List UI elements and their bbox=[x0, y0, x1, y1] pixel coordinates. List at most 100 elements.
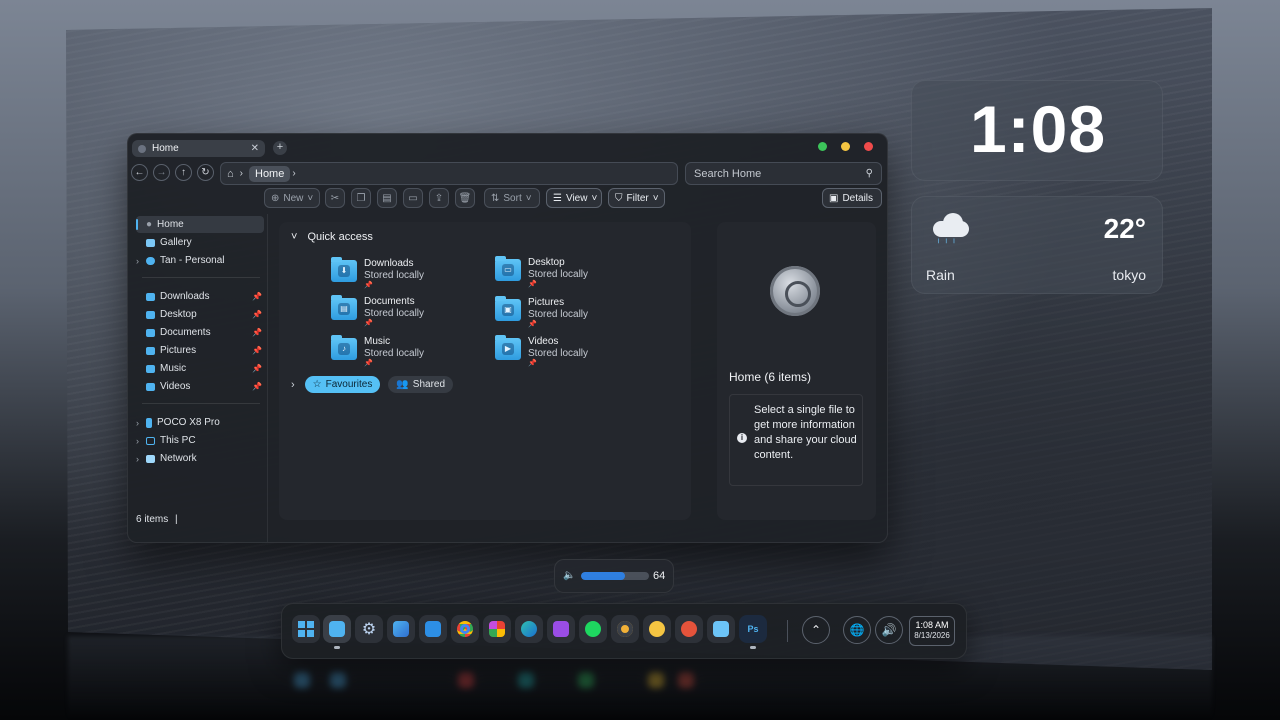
shared-pill[interactable]: 👥 Shared bbox=[388, 376, 454, 393]
chevron-down-icon: ˅ bbox=[525, 192, 532, 204]
sidebar-item-desktop[interactable]: Desktop 📌 bbox=[136, 306, 264, 323]
pin-icon: 📌 bbox=[364, 360, 373, 367]
view-icon: ☰ bbox=[553, 192, 562, 204]
sort-icon: ⇅ bbox=[491, 192, 500, 204]
sidebar-item-this-pc[interactable]: › This PC bbox=[136, 432, 264, 449]
volume-button[interactable]: 🔊 bbox=[875, 616, 903, 644]
map-pin-icon bbox=[681, 621, 697, 637]
taskbar-store[interactable] bbox=[419, 615, 447, 643]
close-tab-icon[interactable]: ✕ bbox=[251, 143, 259, 154]
chevron-right-icon[interactable]: › bbox=[136, 436, 139, 446]
sidebar-item-onedrive[interactable]: › Tan - Personal bbox=[136, 252, 264, 269]
taskbar-photos[interactable] bbox=[387, 615, 415, 643]
tab-home[interactable]: Home ✕ bbox=[132, 140, 265, 157]
taskbar-notepad[interactable] bbox=[707, 615, 735, 643]
item-name: Desktop bbox=[528, 257, 565, 268]
back-button[interactable]: ← bbox=[131, 164, 148, 181]
rename-button[interactable]: ▭ bbox=[403, 188, 423, 208]
taskbar-video-player[interactable] bbox=[611, 615, 639, 643]
quick-access-item-videos[interactable]: ▶ Videos Stored locally 📌 bbox=[495, 335, 645, 370]
quick-access-item-documents[interactable]: ▤ Documents Stored locally 📌 bbox=[331, 295, 481, 330]
chevron-right-icon[interactable]: › bbox=[291, 379, 295, 391]
start-button[interactable] bbox=[292, 615, 320, 643]
gear-icon: ⚙ bbox=[361, 621, 377, 638]
folder-icon bbox=[329, 621, 345, 637]
refresh-button[interactable]: ↻ bbox=[197, 164, 214, 181]
sidebar-item-label: Pictures bbox=[160, 345, 197, 356]
item-name: Pictures bbox=[528, 297, 565, 308]
taskbar-maps[interactable] bbox=[675, 615, 703, 643]
close-button[interactable] bbox=[864, 142, 873, 151]
details-button[interactable]: ▣ Details bbox=[822, 188, 882, 208]
taskbar-separator bbox=[787, 620, 788, 642]
details-pane: Home (6 items) i Select a single file to… bbox=[717, 222, 876, 520]
filter-button[interactable]: ⛉ Filter ˅ bbox=[608, 188, 665, 208]
volume-slider[interactable] bbox=[581, 572, 649, 580]
weather-condition: Rain bbox=[926, 267, 955, 283]
forward-button[interactable]: → bbox=[153, 164, 170, 181]
cut-button[interactable]: ✂ bbox=[325, 188, 345, 208]
details-info-text: Select a single file to get more informa… bbox=[754, 404, 857, 461]
maximize-button[interactable] bbox=[818, 142, 827, 151]
delete-button[interactable]: 🗑 bbox=[455, 188, 475, 208]
chevron-right-icon: › bbox=[292, 168, 296, 179]
breadcrumb-home[interactable]: Home bbox=[249, 165, 291, 182]
folder-icon bbox=[146, 292, 155, 301]
taskbar-apps-grid[interactable] bbox=[483, 615, 511, 643]
clock-widget[interactable]: 1:08 bbox=[911, 80, 1163, 181]
sidebar-item-downloads[interactable]: Downloads 📌 bbox=[136, 288, 264, 305]
chevron-right-icon[interactable]: › bbox=[136, 454, 139, 464]
sidebar-item-pictures[interactable]: Pictures 📌 bbox=[136, 342, 264, 359]
chevron-down-icon: ˅ bbox=[307, 192, 314, 204]
computer-icon bbox=[146, 436, 155, 445]
up-button[interactable]: ↑ bbox=[175, 164, 192, 181]
chevron-right-icon[interactable]: › bbox=[136, 256, 139, 266]
network-button[interactable]: 🌐 bbox=[843, 616, 871, 644]
quick-access-item-pictures[interactable]: ▣ Pictures Stored locally 📌 bbox=[495, 296, 645, 331]
new-button[interactable]: ⊕ New ˅ bbox=[264, 188, 320, 208]
search-input[interactable] bbox=[694, 167, 854, 180]
show-hidden-icons-button[interactable]: ⌃ bbox=[802, 616, 830, 644]
share-icon: ⇪ bbox=[434, 192, 444, 204]
quick-access-item-music[interactable]: ♪ Music Stored locally 📌 bbox=[331, 335, 481, 370]
sidebar-item-documents[interactable]: Documents 📌 bbox=[136, 324, 264, 341]
view-button[interactable]: ☰ View ˅ bbox=[546, 188, 602, 208]
filter-pills: › ☆ Favourites 👥 Shared bbox=[291, 376, 454, 393]
taskbar-chrome[interactable] bbox=[451, 615, 479, 643]
quick-access-header[interactable]: ˅ Quick access bbox=[291, 231, 373, 243]
sidebar-item-home[interactable]: ● Home bbox=[136, 216, 264, 233]
taskbar-settings[interactable]: ⚙ bbox=[355, 615, 383, 643]
paste-button[interactable]: ▤ bbox=[377, 188, 397, 208]
sort-button[interactable]: ⇅ Sort ˅ bbox=[484, 188, 540, 208]
sidebar-item-label: This PC bbox=[160, 435, 196, 446]
share-button[interactable]: ⇪ bbox=[429, 188, 449, 208]
sidebar-item-gallery[interactable]: Gallery bbox=[136, 234, 264, 251]
copy-button[interactable]: ❐ bbox=[351, 188, 371, 208]
chevron-right-icon[interactable]: › bbox=[136, 418, 139, 428]
item-status: Stored locally bbox=[364, 308, 425, 319]
favourites-pill[interactable]: ☆ Favourites bbox=[304, 376, 381, 393]
new-tab-button[interactable]: + bbox=[273, 141, 287, 155]
taskbar-clock[interactable]: 1:08 AM 8/13/2026 bbox=[909, 616, 955, 646]
trash-icon: 🗑 bbox=[458, 192, 472, 204]
weather-widget[interactable]: ╵╵╵ 22° Rain tokyo bbox=[911, 196, 1163, 294]
taskbar-media-player[interactable] bbox=[547, 615, 575, 643]
taskbar-edge[interactable] bbox=[515, 615, 543, 643]
taskbar-spotify[interactable] bbox=[579, 615, 607, 643]
taskbar-file-explorer[interactable] bbox=[323, 615, 351, 643]
taskbar-photoshop[interactable]: Ps bbox=[739, 615, 767, 643]
sidebar-item-music[interactable]: Music 📌 bbox=[136, 360, 264, 377]
search-box[interactable]: ⚲ bbox=[685, 162, 882, 185]
minimize-button[interactable] bbox=[841, 142, 850, 151]
info-icon: i bbox=[737, 433, 747, 443]
taskbar-weather[interactable] bbox=[643, 615, 671, 643]
address-bar[interactable]: ⌂ › Home › bbox=[220, 162, 678, 185]
quick-access-item-desktop[interactable]: ▭ Desktop Stored locally 📌 bbox=[495, 256, 645, 291]
quick-access-item-downloads[interactable]: ⬇ Downloads Stored locally 📌 bbox=[331, 257, 481, 292]
sidebar-item-network[interactable]: › Network bbox=[136, 450, 264, 467]
pin-icon: 📌 bbox=[364, 282, 373, 289]
sidebar-item-videos[interactable]: Videos 📌 bbox=[136, 378, 264, 395]
music-folder-icon: ♪ bbox=[331, 335, 357, 360]
sidebar-item-phone[interactable]: › POCO X8 Pro bbox=[136, 414, 264, 431]
file-explorer-window: Home ✕ + ← → ↑ ↻ ⌂ › Home › ⚲ ⊕ New ˅ bbox=[127, 133, 888, 543]
